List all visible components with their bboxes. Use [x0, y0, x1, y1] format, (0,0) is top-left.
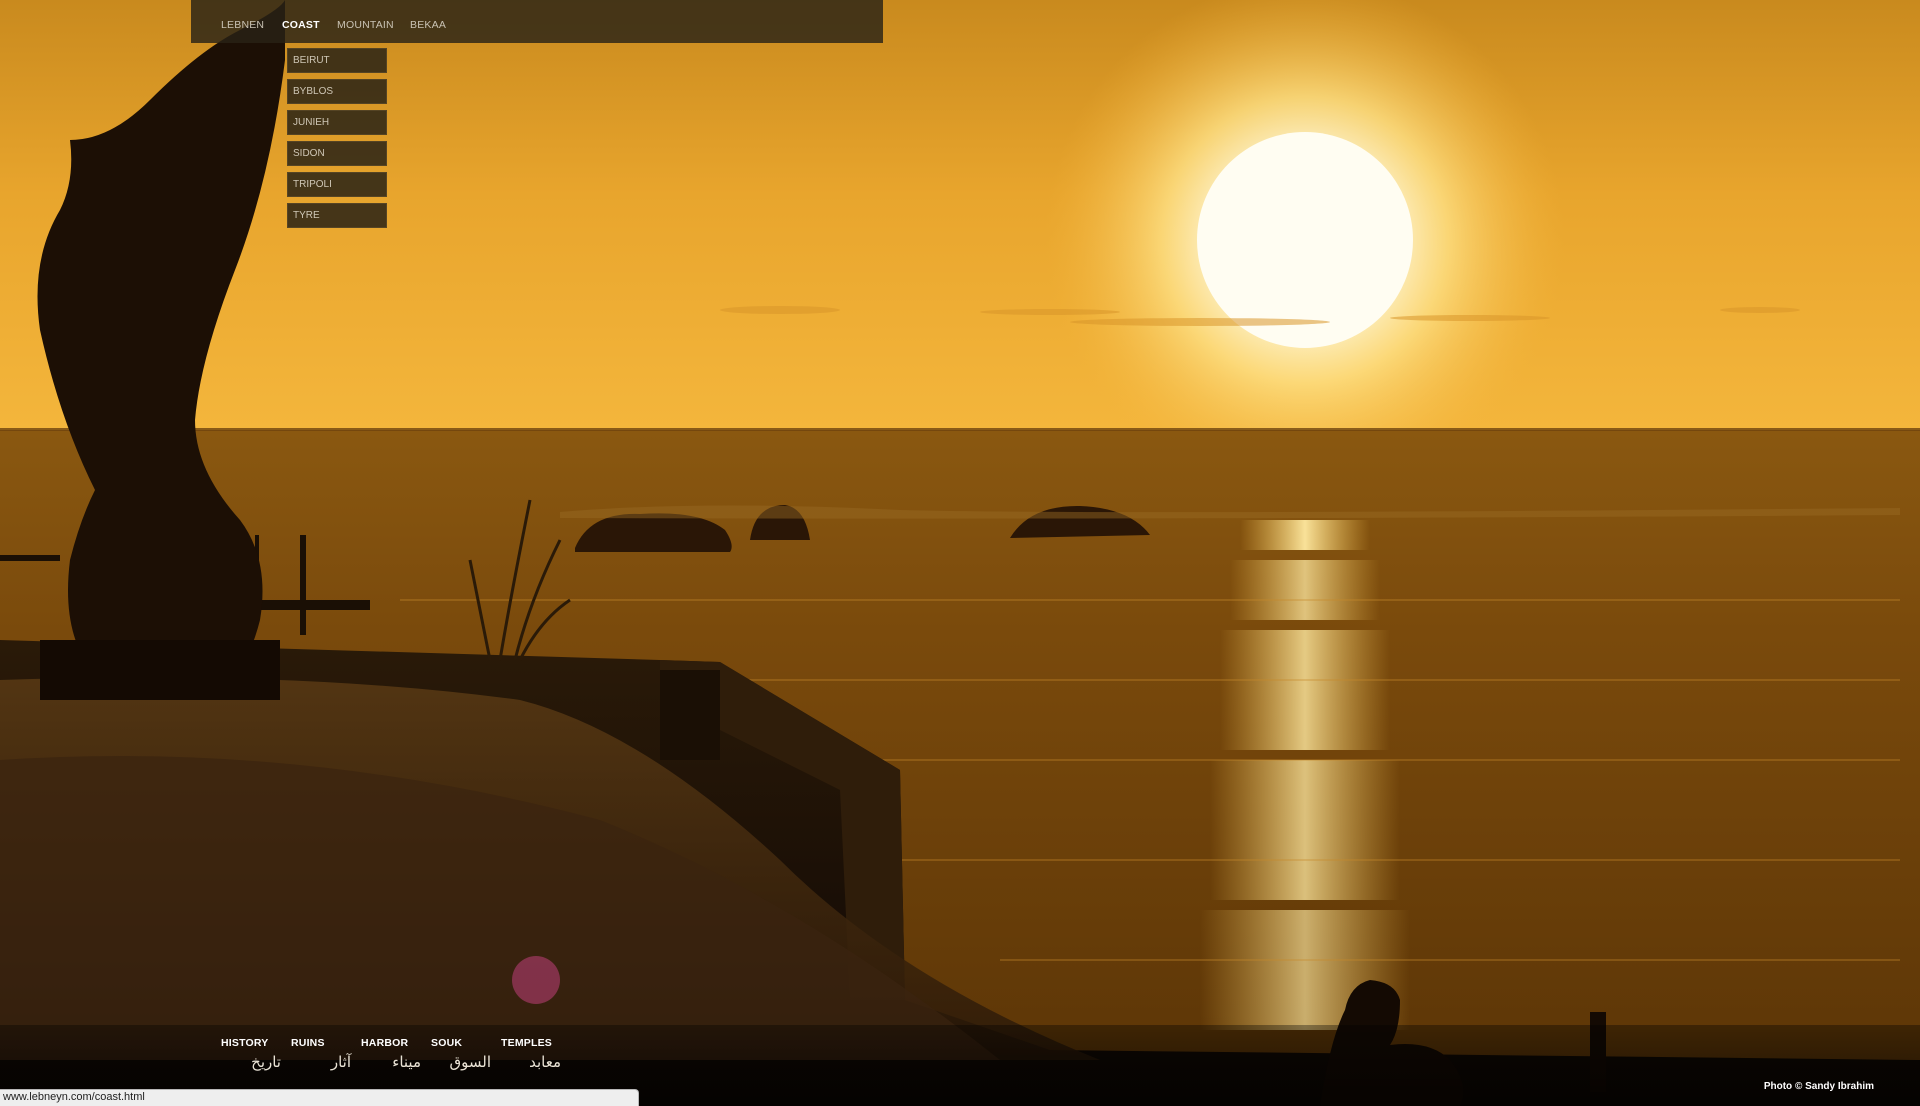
bottom-nav-label-en: HARBOR — [361, 1037, 409, 1049]
bottom-nav-label-ar: آثار — [330, 1053, 351, 1071]
dropdown-item-junieh[interactable]: JUNIEH — [287, 110, 387, 135]
bottom-nav-label-en: TEMPLES — [501, 1037, 552, 1049]
dropdown-item-sidon[interactable]: SIDON — [287, 141, 387, 166]
bottom-nav-label-en: HISTORY — [221, 1037, 269, 1049]
dropdown-item-tyre[interactable]: TYRE — [287, 203, 387, 228]
dropdown-item-byblos[interactable]: BYBLOS — [287, 79, 387, 104]
bottom-nav-label-ar: معابد — [529, 1053, 561, 1071]
bottom-nav-ruins[interactable]: RUINS آثار — [291, 1037, 351, 1071]
nav-item-bekaa[interactable]: BEKAA — [410, 19, 446, 31]
photo-credit: Photo © Sandy Ibrahim — [1763, 1081, 1874, 1092]
nav-item-coast[interactable]: COAST — [282, 19, 320, 31]
bottom-nav-harbor[interactable]: HARBOR ميناء — [361, 1037, 421, 1071]
dropdown-item-beirut[interactable]: BEIRUT — [287, 48, 387, 73]
dropdown-item-tripoli[interactable]: TRIPOLI — [287, 172, 387, 197]
bottom-nav-label-en: SOUK — [431, 1037, 463, 1049]
top-nav-bar: LEBNEN COAST MOUNTAIN BEKAA — [191, 0, 883, 43]
status-url-bar: www.lebneyn.com/coast.html — [0, 1089, 639, 1106]
bottom-nav-label-ar: تاريخ — [251, 1053, 281, 1071]
bottom-nav-history[interactable]: HISTORY تاريخ — [221, 1037, 281, 1071]
bottom-nav-label-ar: السوق — [449, 1053, 491, 1071]
nav-item-mountain[interactable]: MOUNTAIN — [337, 19, 394, 31]
coast-dropdown-menu: BEIRUT BYBLOS JUNIEH SIDON TRIPOLI TYRE — [287, 48, 387, 234]
bottom-nav-temples[interactable]: TEMPLES معابد — [501, 1037, 561, 1071]
bottom-nav-label-ar: ميناء — [392, 1053, 421, 1071]
nav-item-lebnen[interactable]: LEBNEN — [221, 19, 264, 31]
bottom-nav-label-en: RUINS — [291, 1037, 325, 1049]
bottom-nav-souk[interactable]: SOUK السوق — [431, 1037, 491, 1071]
